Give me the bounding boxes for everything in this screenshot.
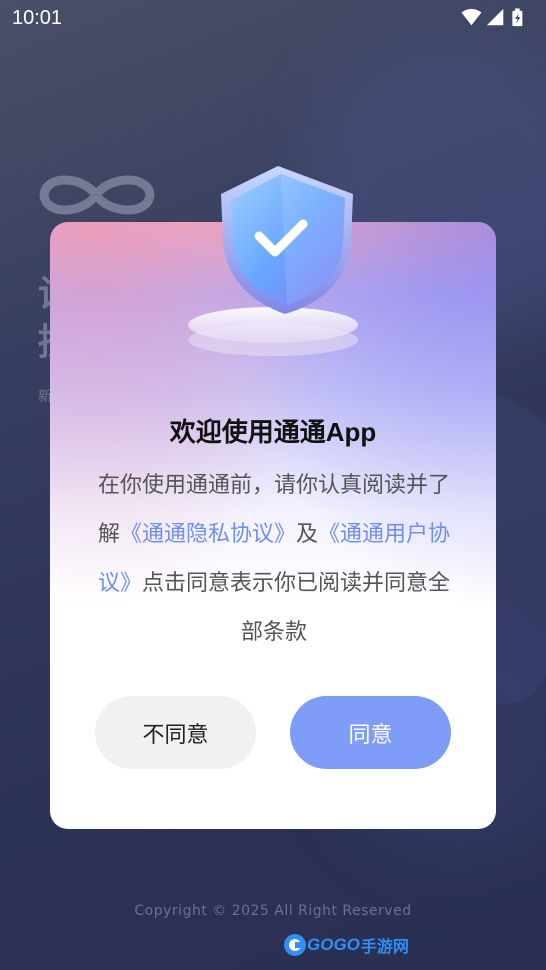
battery-charging-icon: [512, 8, 523, 27]
message-text: 及: [296, 521, 319, 546]
app-screen: 10:01 设 授 新 欢迎使用通通App 在你使用通通前，请你认真阅读并了解《…: [0, 0, 546, 970]
infinity-logo-icon: [39, 175, 155, 215]
shield-check-icon: [188, 166, 358, 356]
watermark-brand: GOGO: [307, 935, 360, 954]
signal-icon: [486, 8, 504, 26]
agree-button[interactable]: 同意: [290, 696, 451, 769]
status-time: 10:01: [12, 7, 63, 29]
disagree-button[interactable]: 不同意: [95, 696, 256, 769]
status-bar: 10:01: [0, 0, 546, 38]
watermark-cn: 手游网: [360, 937, 409, 956]
wifi-icon: [461, 8, 482, 26]
status-icons: [461, 8, 523, 27]
watermark-logo: GOGO 手游网: [283, 933, 409, 957]
copyright-text: Copyright © 2025 All Right Reserved: [134, 903, 412, 919]
privacy-policy-link[interactable]: 《通通隐私协议》: [120, 521, 296, 546]
dialog-message: 在你使用通通前，请你认真阅读并了解《通通隐私协议》及《通通用户协议》点击同意表示…: [96, 460, 452, 656]
gogo-logo-icon: [284, 934, 306, 956]
message-text: 点击同意表示你已阅读并同意全部条款: [142, 570, 451, 644]
dialog-title: 欢迎使用通通App: [169, 417, 377, 447]
